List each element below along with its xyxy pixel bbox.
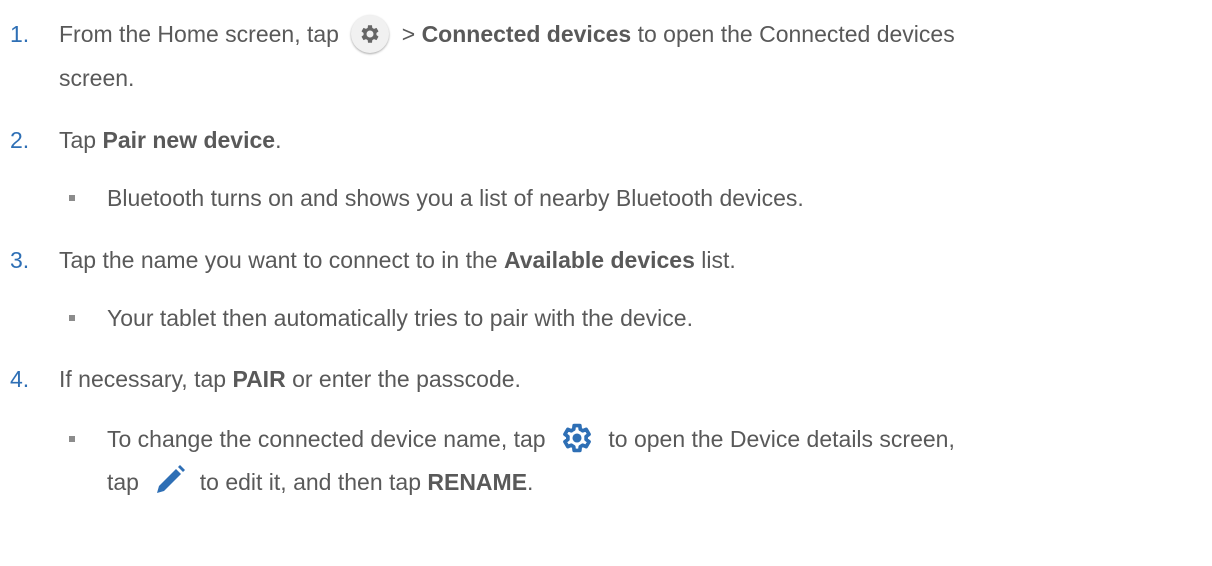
- bullet-marker: [69, 195, 75, 201]
- step-number: 3.: [10, 247, 30, 273]
- step-text: Tap the name you want to connect to in t…: [59, 247, 736, 273]
- pencil-icon: [151, 464, 187, 498]
- bullet-marker: [69, 436, 75, 442]
- bullet-marker: [69, 315, 75, 321]
- gear-icon: [351, 14, 390, 53]
- step-text: From the Home screen, tap > Connected de…: [59, 14, 955, 55]
- settings-gear-icon: [558, 421, 596, 455]
- step-number: 2.: [10, 127, 30, 153]
- step-number: 1.: [10, 21, 30, 47]
- step-text: If necessary, tap PAIR or enter the pass…: [59, 366, 521, 392]
- step-number: 4.: [10, 366, 30, 392]
- step-text: Tap Pair new device.: [59, 127, 282, 153]
